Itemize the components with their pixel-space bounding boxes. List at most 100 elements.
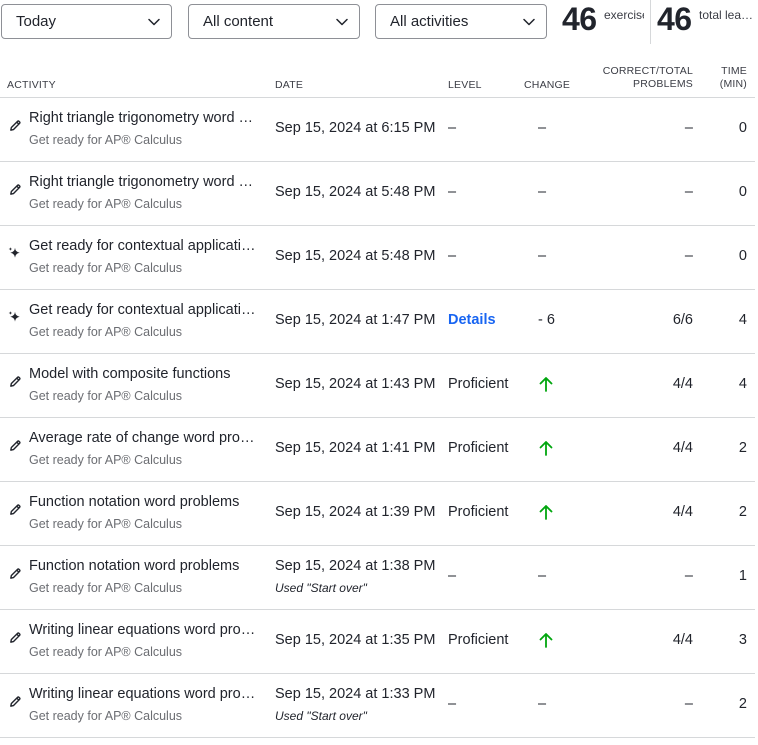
pencil-icon <box>10 376 21 387</box>
table-row[interactable]: Get ready for contextual applications Get… <box>0 290 755 354</box>
activities-select[interactable]: All activities <box>375 4 547 39</box>
exercise-minutes-value: 46 <box>562 1 597 37</box>
header-time[interactable]: TIME (MIN) <box>720 65 747 91</box>
activity-date: Sep 15, 2024 at 1:35 PM <box>275 632 436 648</box>
level-value: – <box>448 184 457 200</box>
change-value: – <box>538 696 547 712</box>
activity-course: Get ready for AP® Calculus <box>29 325 183 339</box>
activity-title-link[interactable]: Writing linear equations word problems <box>29 686 261 702</box>
table-row[interactable]: Function notation word problems Get ready… <box>0 546 755 610</box>
activities-value: All activities <box>390 13 469 30</box>
pencil-icon <box>10 632 21 643</box>
time-value: 1 <box>738 568 747 584</box>
activity-title-link[interactable]: Right triangle trigonometry word problem… <box>29 110 261 126</box>
activity-title-link[interactable]: Writing linear equations word problems <box>29 622 261 638</box>
correct-total-value: – <box>684 568 693 584</box>
time-value: 0 <box>738 184 747 200</box>
time-range-select[interactable]: Today <box>1 4 172 39</box>
level-value: – <box>448 568 457 584</box>
header-correct-line1: CORRECT/TOTAL <box>602 65 693 77</box>
content-select[interactable]: All content <box>188 4 360 39</box>
time-value: 4 <box>738 312 747 328</box>
activity-course: Get ready for AP® Calculus <box>29 133 183 147</box>
table-row[interactable]: Get ready for contextual applications Get… <box>0 226 755 290</box>
level-value: – <box>448 248 457 264</box>
time-range-value: Today <box>16 13 57 30</box>
activity-title-link[interactable]: Function notation word problems <box>29 494 261 510</box>
activity-date: Sep 15, 2024 at 1:39 PM <box>275 504 436 520</box>
header-correct-line2: PROBLEMS <box>633 78 693 90</box>
activity-date: Sep 15, 2024 at 1:33 PM <box>275 686 436 702</box>
activity-title-link[interactable]: Right triangle trigonometry word problem… <box>29 174 261 190</box>
time-value: 2 <box>738 504 747 520</box>
correct-total-value: 4/4 <box>672 632 693 648</box>
table-row[interactable]: Model with composite functions Get ready … <box>0 354 755 418</box>
correct-total-value: 4/4 <box>672 376 693 392</box>
correct-total-value: – <box>684 184 693 200</box>
table-header: ACTIVITY DATE LEVEL CHANGE CORRECT/TOTAL… <box>0 62 755 98</box>
header-change[interactable]: CHANGE <box>524 79 570 92</box>
time-value: 2 <box>738 440 747 456</box>
details-link[interactable]: Details <box>448 312 496 328</box>
level-value: Proficient <box>448 504 509 520</box>
activity-title-link[interactable]: Model with composite functions <box>29 366 261 382</box>
correct-total-value: 4/4 <box>672 504 693 520</box>
pencil-icon <box>10 120 21 131</box>
header-time-line2: (MIN) <box>719 78 747 90</box>
table-row[interactable]: Function notation word problems Get ready… <box>0 482 755 546</box>
time-value: 3 <box>738 632 747 648</box>
chevron-down-icon <box>523 18 535 26</box>
header-correct-total[interactable]: CORRECT/TOTAL PROBLEMS <box>603 65 693 91</box>
table-row[interactable]: Right triangle trigonometry word problem… <box>0 162 755 226</box>
pencil-icon <box>10 440 21 451</box>
activity-date: Sep 15, 2024 at 1:38 PM <box>275 558 436 574</box>
activity-course: Get ready for AP® Calculus <box>29 581 183 595</box>
activity-table: ACTIVITY DATE LEVEL CHANGE CORRECT/TOTAL… <box>0 62 755 738</box>
pencil-icon <box>10 504 21 515</box>
total-learning-label: total learning... <box>699 8 755 22</box>
correct-total-value: – <box>684 120 693 136</box>
correct-total-value: 6/6 <box>672 312 693 328</box>
time-value: 4 <box>738 376 747 392</box>
time-value: 0 <box>738 248 747 264</box>
activity-date: Sep 15, 2024 at 1:47 PM <box>275 312 436 328</box>
time-value: 2 <box>738 696 747 712</box>
level-value: Proficient <box>448 376 509 392</box>
activity-course: Get ready for AP® Calculus <box>29 261 183 275</box>
level-value: – <box>448 696 457 712</box>
up-arrow-icon <box>539 377 553 392</box>
activity-date: Sep 15, 2024 at 5:48 PM <box>275 184 436 200</box>
total-learning-value: 46 <box>657 1 692 37</box>
activity-course: Get ready for AP® Calculus <box>29 389 183 403</box>
activity-title-link[interactable]: Get ready for contextual applications <box>29 238 261 254</box>
change-value: – <box>538 568 547 584</box>
table-row[interactable]: Writing linear equations word problems Ge… <box>0 610 755 674</box>
activity-course: Get ready for AP® Calculus <box>29 709 183 723</box>
table-body: Right triangle trigonometry word problem… <box>0 98 755 738</box>
time-value: 0 <box>738 120 747 136</box>
total-learning-stat: 46 total learning... <box>657 0 758 44</box>
header-date[interactable]: DATE <box>275 79 303 92</box>
activity-title-link[interactable]: Function notation word problems <box>29 558 261 574</box>
activity-date: Sep 15, 2024 at 6:15 PM <box>275 120 436 136</box>
table-row[interactable]: Right triangle trigonometry word problem… <box>0 98 755 162</box>
correct-total-value: – <box>684 696 693 712</box>
stat-divider <box>650 0 651 44</box>
header-level[interactable]: LEVEL <box>448 79 482 92</box>
activity-title-link[interactable]: Average rate of change word problems <box>29 430 261 446</box>
content-value: All content <box>203 13 274 30</box>
activity-date: Sep 15, 2024 at 5:48 PM <box>275 248 436 264</box>
activity-date: Sep 15, 2024 at 1:41 PM <box>275 440 436 456</box>
table-row[interactable]: Average rate of change word problems Get … <box>0 418 755 482</box>
chevron-down-icon <box>336 18 348 26</box>
correct-total-value: 4/4 <box>672 440 693 456</box>
change-value: – <box>538 120 547 136</box>
up-arrow-icon <box>539 505 553 520</box>
activity-title-link[interactable]: Get ready for contextual applications <box>29 302 261 318</box>
header-time-line1: TIME <box>721 65 747 77</box>
chevron-down-icon <box>148 18 160 26</box>
up-arrow-icon <box>539 633 553 648</box>
header-activity[interactable]: ACTIVITY <box>7 79 56 92</box>
table-row[interactable]: Writing linear equations word problems Ge… <box>0 674 755 738</box>
correct-total-value: – <box>684 248 693 264</box>
